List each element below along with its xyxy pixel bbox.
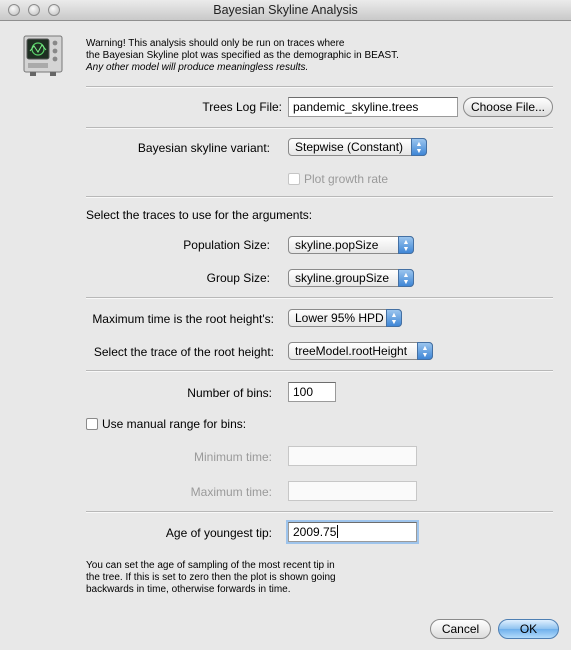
min-time-field[interactable] [288, 446, 417, 466]
warning-line-2: the Bayesian Skyline plot was specified … [86, 50, 399, 61]
youngest-tip-label: Age of youngest tip: [165, 526, 272, 540]
note-line-1: You can set the age of sampling of the m… [86, 560, 335, 571]
group-size-selected: skyline.groupSize [295, 271, 390, 285]
separator [86, 86, 553, 88]
warning-line-1: Warning! This analysis should only be ru… [86, 38, 345, 49]
root-trace-selected: treeModel.rootHeight [295, 344, 408, 358]
youngest-tip-value: 2009.75 [293, 525, 337, 539]
ok-button[interactable]: OK [498, 619, 559, 639]
plot-growth-checkbox[interactable] [288, 173, 300, 185]
bins-label: Number of bins: [187, 386, 272, 400]
trees-log-field[interactable]: pandemic_skyline.trees [288, 97, 458, 117]
root-trace-popup[interactable]: treeModel.rootHeight ▲ ▼ [288, 342, 433, 360]
window-title: Bayesian Skyline Analysis [213, 3, 358, 17]
separator [86, 127, 553, 129]
variant-selected: Stepwise (Constant) [295, 140, 404, 154]
cancel-button[interactable]: Cancel [430, 619, 491, 639]
max-time-selected: Lower 95% HPD [295, 311, 384, 325]
help-note: You can set the age of sampling of the m… [86, 560, 336, 596]
population-size-popup[interactable]: skyline.popSize ▲ ▼ [288, 236, 414, 254]
max-time-label: Maximum time is the root height's: [92, 312, 274, 326]
note-line-2: the tree. If this is set to zero then th… [86, 572, 336, 583]
trees-log-label: Trees Log File: [202, 100, 282, 114]
choose-file-button[interactable]: Choose File... [463, 97, 553, 117]
title-bar[interactable]: Bayesian Skyline Analysis [0, 0, 571, 21]
up-down-arrows-icon: ▲ ▼ [417, 342, 433, 360]
bins-field[interactable]: 100 [288, 382, 336, 402]
up-down-arrows-icon: ▲ ▼ [386, 309, 402, 327]
population-size-label: Population Size: [183, 238, 270, 252]
population-size-selected: skyline.popSize [295, 238, 379, 252]
max-time-field[interactable] [288, 481, 417, 501]
traces-heading: Select the traces to use for the argumen… [86, 208, 313, 222]
min-time-label: Minimum time: [193, 450, 272, 464]
group-size-popup[interactable]: skyline.groupSize ▲ ▼ [288, 269, 414, 287]
warning-line-3: Any other model will produce meaningless… [86, 62, 309, 73]
separator [86, 370, 553, 372]
group-size-label: Group Size: [206, 271, 270, 285]
max-time-field-label: Maximum time: [190, 485, 272, 499]
youngest-tip-field[interactable]: 2009.75 [288, 522, 417, 542]
variant-label: Bayesian skyline variant: [137, 141, 270, 155]
manual-range-checkbox[interactable] [86, 418, 98, 430]
max-time-popup[interactable]: Lower 95% HPD ▲ ▼ [288, 309, 402, 327]
oscilloscope-icon [23, 35, 63, 76]
note-line-3: backwards in time, otherwise forwards in… [86, 584, 291, 595]
root-trace-label: Select the trace of the root height: [93, 345, 274, 359]
up-down-arrows-icon: ▲ ▼ [411, 138, 427, 156]
plot-growth-label: Plot growth rate [304, 172, 389, 186]
warning-text: Warning! This analysis should only be ru… [86, 38, 399, 74]
separator [86, 196, 553, 198]
up-down-arrows-icon: ▲ ▼ [398, 269, 414, 287]
dialog-window: Bayesian Skyline Analysis Warning! This … [0, 0, 571, 650]
text-cursor [337, 525, 339, 538]
manual-range-label: Use manual range for bins: [102, 417, 247, 431]
separator [86, 511, 553, 513]
variant-popup[interactable]: Stepwise (Constant) ▲ ▼ [288, 138, 427, 156]
up-down-arrows-icon: ▲ ▼ [398, 236, 414, 254]
separator [86, 297, 553, 299]
